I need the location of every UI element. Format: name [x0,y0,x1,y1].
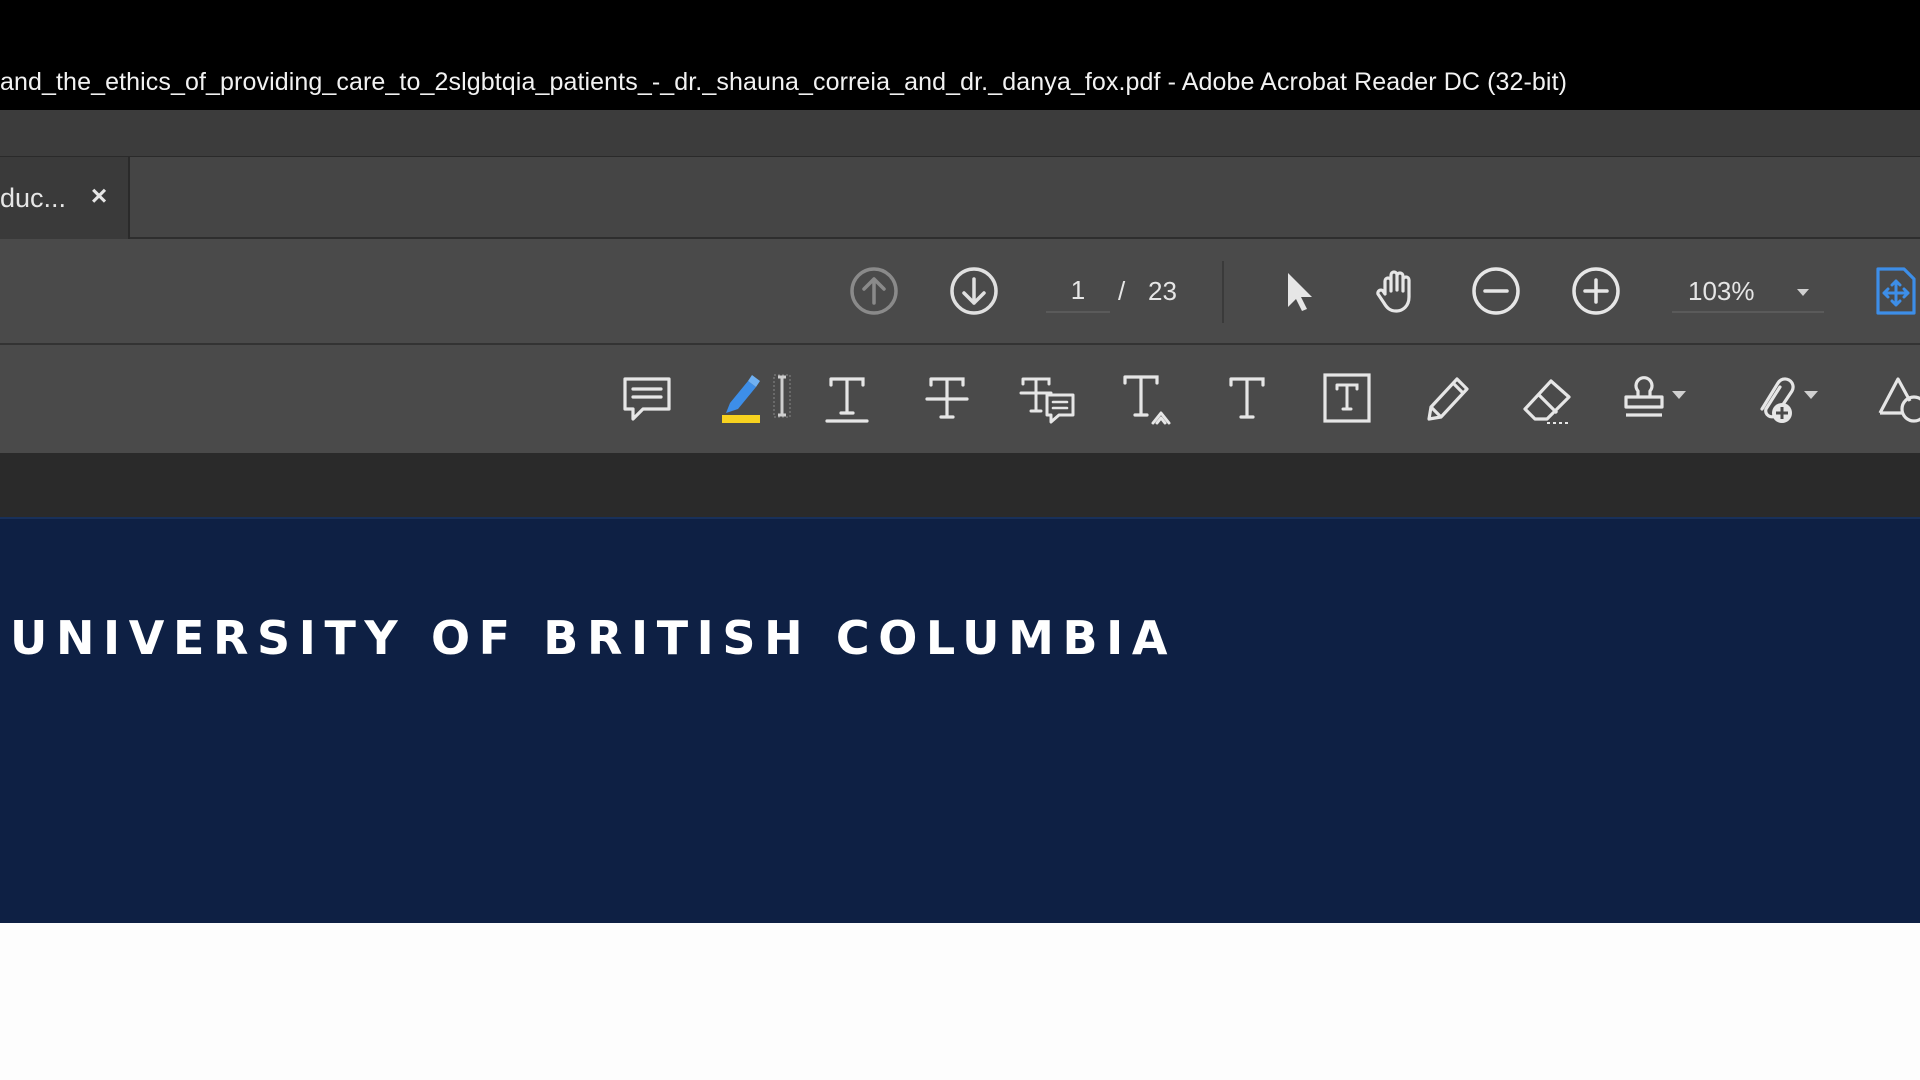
document-tab[interactable]: duc... × [0,157,130,239]
highlighter-icon [722,374,791,423]
document-canvas-background [0,453,1920,517]
pdf-page-body [0,923,1920,1080]
arrow-up-circle-icon [850,267,898,315]
pdf-page-banner: UNIVERSITY OF BRITISH COLUMBIA [0,517,1920,923]
fit-page-icon [1876,267,1916,315]
zoom-in-button[interactable] [1566,261,1626,321]
eraser-icon [1523,379,1571,424]
menu-bar [0,110,1920,157]
underline-text-button[interactable] [815,367,879,431]
window-title: and_the_ethics_of_providing_care_to_2slg… [0,68,1568,96]
insert-text-button[interactable] [1115,367,1179,431]
hand-icon [1376,270,1411,313]
fit-page-button[interactable] [1866,261,1920,321]
eraser-button[interactable] [1515,367,1579,431]
page-separator: / [1118,276,1126,306]
add-text-button[interactable] [1215,367,1279,431]
pencil-icon [1427,377,1469,421]
replace-text-icon [1019,377,1075,424]
title-bar: and_the_ethics_of_providing_care_to_2slg… [0,0,1920,110]
attach-file-icon [1760,377,1818,423]
hand-tool-button[interactable] [1366,261,1426,321]
comment-icon [623,377,671,421]
chevron-down-icon[interactable] [1792,281,1814,303]
select-tool-button[interactable] [1268,261,1328,321]
text-box-button[interactable] [1315,367,1379,431]
current-page-input[interactable]: 1 [1046,267,1110,313]
previous-page-button[interactable] [844,261,904,321]
navigation-toolbar: 1 / 23 103% [0,239,1920,345]
zoom-value: 103% [1688,276,1755,306]
highlight-text-button[interactable] [716,367,800,431]
shapes-icon [1878,377,1920,423]
plus-circle-icon [1572,267,1620,315]
banner-heading: UNIVERSITY OF BRITISH COLUMBIA [10,611,1177,665]
strikethrough-icon [925,377,969,419]
strikethrough-text-button[interactable] [915,367,979,431]
close-tab-icon[interactable]: × [86,179,112,213]
text-box-icon [1323,373,1371,423]
tab-bar: duc... × [0,157,1920,239]
minus-circle-icon [1472,267,1520,315]
next-page-button[interactable] [944,261,1004,321]
replace-text-button[interactable] [1015,367,1079,431]
draw-pencil-button[interactable] [1415,367,1479,431]
arrow-down-circle-icon [950,267,998,315]
insert-text-icon [1123,375,1171,425]
shapes-button[interactable] [1872,367,1920,431]
add-text-icon [1229,377,1265,419]
total-pages: 23 [1148,276,1177,306]
stamp-icon [1624,376,1686,417]
toolbar-divider [1222,261,1224,323]
cursor-icon [1288,273,1312,311]
stamp-button[interactable] [1614,367,1698,431]
sticky-note-button[interactable] [615,367,679,431]
attach-file-button[interactable] [1742,367,1826,431]
comment-toolbar [0,345,1920,453]
underline-text-icon [825,377,869,423]
zoom-select[interactable]: 103% [1672,267,1824,313]
zoom-out-button[interactable] [1466,261,1526,321]
document-tab-label[interactable]: duc... [0,183,66,214]
